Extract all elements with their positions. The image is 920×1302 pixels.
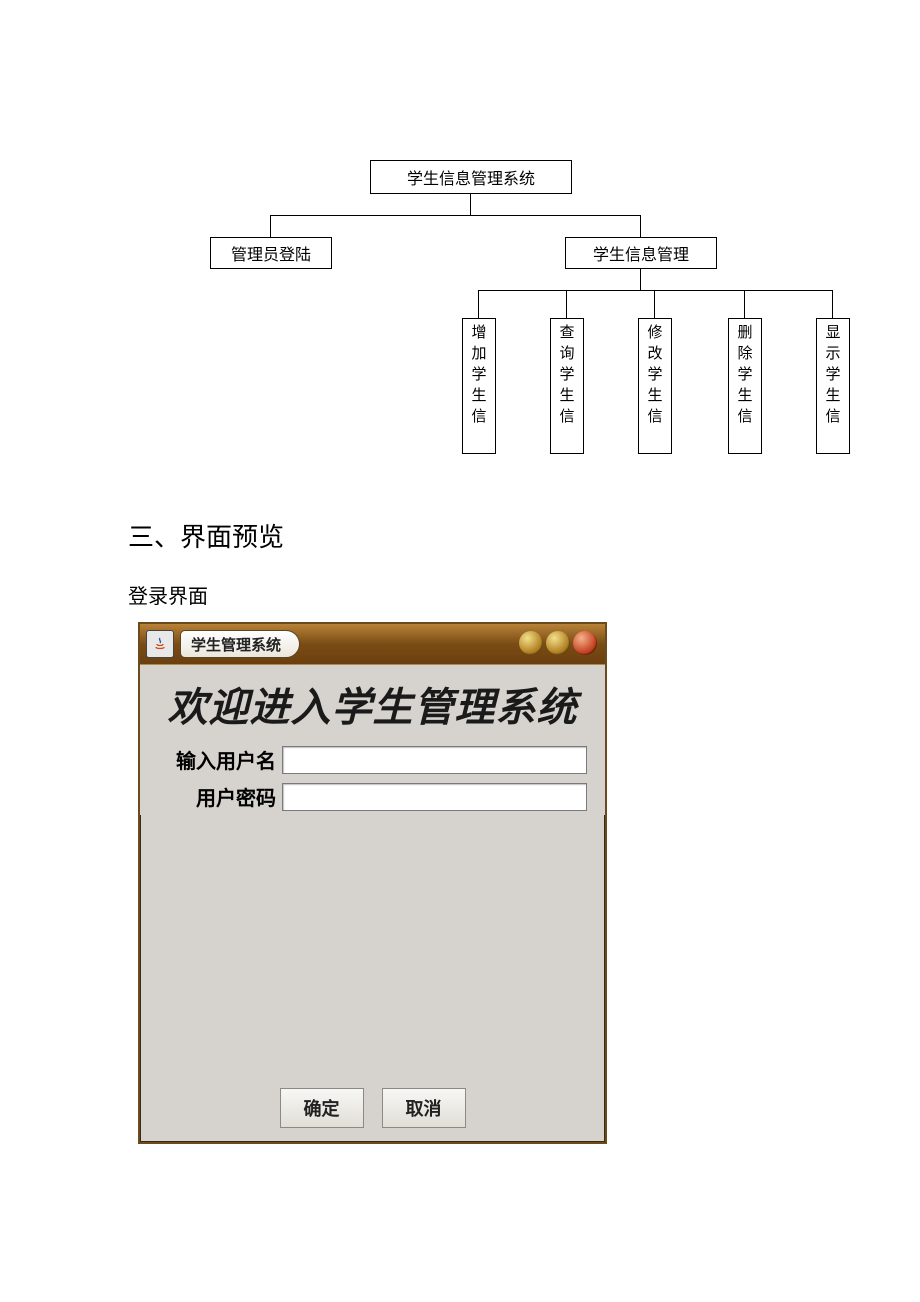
section-heading: 三、界面预览 bbox=[128, 522, 284, 553]
login-window: 学生管理系统 欢迎进入学生管理系统 输入用户名 用户密码 确定 取消 bbox=[138, 622, 607, 1144]
diagram-leaf-query: 查询学生信 bbox=[550, 318, 584, 454]
ok-button[interactable]: 确定 bbox=[280, 1088, 364, 1128]
connector bbox=[640, 268, 641, 290]
window-title: 学生管理系统 bbox=[180, 630, 300, 658]
username-label: 输入用户名 bbox=[158, 745, 282, 774]
connector bbox=[640, 215, 641, 237]
diagram-leaf-delete: 删除学生信 bbox=[728, 318, 762, 454]
connector bbox=[478, 290, 832, 291]
window-controls bbox=[519, 631, 597, 655]
connector bbox=[566, 290, 567, 318]
password-input[interactable] bbox=[282, 783, 587, 811]
cancel-button[interactable]: 取消 bbox=[382, 1088, 466, 1128]
button-row: 确定 取消 bbox=[140, 1088, 605, 1128]
connector bbox=[744, 290, 745, 318]
maximize-icon[interactable] bbox=[546, 631, 570, 655]
connector bbox=[270, 215, 271, 237]
connector bbox=[654, 290, 655, 318]
diagram-root: 学生信息管理系统 bbox=[370, 160, 572, 194]
diagram-node-student-mgmt: 学生信息管理 bbox=[565, 237, 717, 269]
subsection-heading: 登录界面 bbox=[128, 580, 208, 609]
username-input[interactable] bbox=[282, 746, 587, 774]
hierarchy-diagram: 学生信息管理系统 管理员登陆 学生信息管理 增加学生信 查询学生信 修改学生信 … bbox=[0, 160, 920, 480]
diagram-leaf-modify: 修改学生信 bbox=[638, 318, 672, 454]
diagram-leaf-show: 显示学生信 bbox=[816, 318, 850, 454]
connector bbox=[470, 193, 471, 215]
minimize-icon[interactable] bbox=[519, 631, 543, 655]
diagram-leaf-add: 增加学生信 bbox=[462, 318, 496, 454]
close-icon[interactable] bbox=[573, 631, 597, 655]
java-icon bbox=[146, 630, 174, 658]
titlebar: 学生管理系统 bbox=[140, 624, 605, 664]
welcome-heading: 欢迎进入学生管理系统 bbox=[140, 665, 605, 741]
connector bbox=[832, 290, 833, 318]
connector bbox=[270, 215, 640, 216]
password-label: 用户密码 bbox=[158, 782, 282, 811]
client-area: 欢迎进入学生管理系统 输入用户名 用户密码 bbox=[140, 664, 605, 815]
connector bbox=[478, 290, 479, 318]
diagram-node-admin-login: 管理员登陆 bbox=[210, 237, 332, 269]
